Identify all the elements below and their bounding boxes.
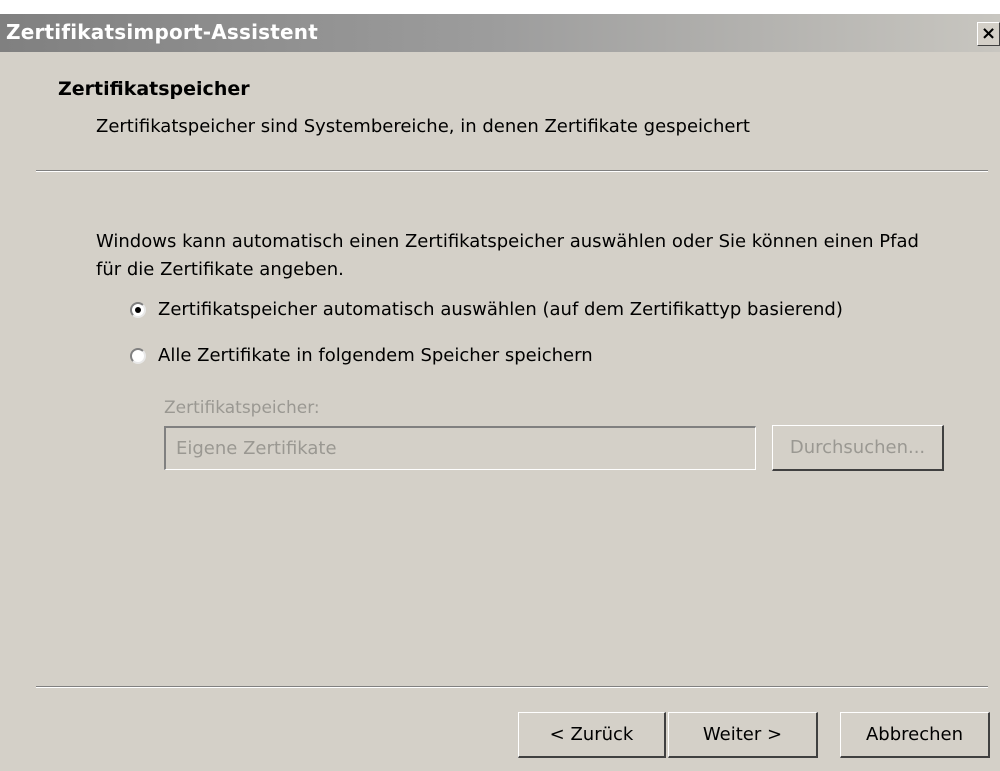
- radio-button-custom-store[interactable]: [130, 347, 146, 364]
- next-button[interactable]: Weiter >: [668, 712, 818, 758]
- radio-option-custom-store[interactable]: Alle Zertifikate in folgendem Speicher s…: [130, 345, 593, 366]
- radio-label-automatic: Zertifikatspeicher automatisch auswählen…: [158, 299, 843, 320]
- close-icon: ×: [980, 23, 997, 44]
- screen-top-strip: [0, 0, 1000, 14]
- page-subtitle: Zertifikatspeicher sind Systembereiche, …: [96, 116, 750, 137]
- header-divider: [36, 170, 988, 172]
- browse-button[interactable]: Durchsuchen...: [772, 425, 944, 471]
- radio-button-automatic[interactable]: [130, 301, 146, 318]
- certificate-import-wizard-dialog: Zertifikatsimport-Assistent × Zertifikat…: [0, 0, 1000, 771]
- store-field[interactable]: Eigene Zertifikate: [164, 426, 756, 470]
- cancel-button[interactable]: Abbrechen: [840, 712, 990, 758]
- radio-label-custom-store: Alle Zertifikate in folgendem Speicher s…: [158, 345, 593, 366]
- footer-divider: [36, 686, 988, 688]
- close-button[interactable]: ×: [977, 22, 1000, 46]
- radio-option-automatic[interactable]: Zertifikatspeicher automatisch auswählen…: [130, 299, 843, 320]
- back-button[interactable]: < Zurück: [518, 712, 666, 758]
- description-text: Windows kann automatisch einen Zertifika…: [96, 231, 919, 280]
- page-title: Zertifikatspeicher: [58, 78, 250, 100]
- store-field-label: Zertifikatspeicher:: [164, 398, 320, 418]
- window-title: Zertifikatsimport-Assistent: [6, 20, 319, 44]
- title-bar[interactable]: Zertifikatsimport-Assistent ×: [0, 14, 1000, 52]
